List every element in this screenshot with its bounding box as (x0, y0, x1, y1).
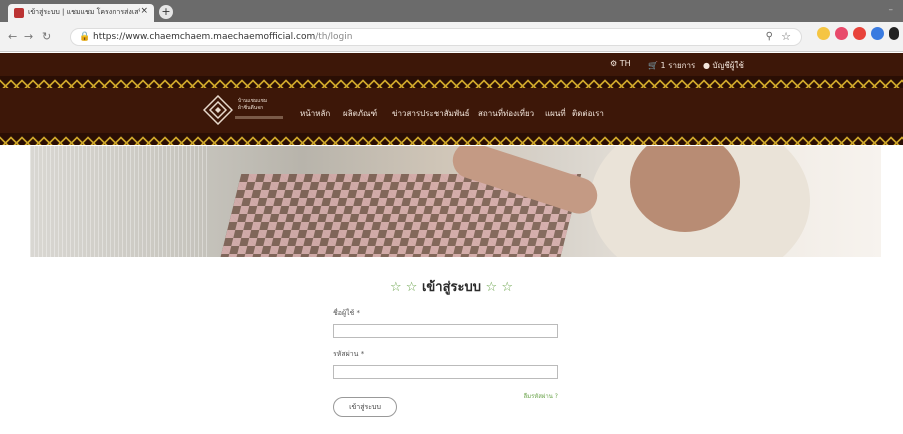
username-label: ชื่อผู้ใช้ * (333, 309, 360, 317)
forgot-password-link[interactable]: ลืมรหัสผ่าน ? (500, 391, 558, 401)
reload-icon[interactable]: ↻ (42, 30, 51, 43)
cart-link[interactable]: 🛒 1 รายการ (648, 59, 695, 72)
browser-tab-bar: เข้าสู่ระบบ | แชมแชม โครงการส่งเสริม... … (0, 0, 903, 22)
minimize-icon[interactable]: – (889, 5, 894, 15)
login-title: เข้าสู่ระบบ (421, 280, 482, 295)
star-icon: ☆ ☆ (389, 280, 418, 295)
globe-icon: ⚙ (610, 59, 618, 68)
tribal-pattern-border (0, 133, 903, 145)
address-bar: ← → ↻ 🔒 https://www.chaemchaem.maechaemo… (0, 22, 903, 52)
extension-icon[interactable] (835, 27, 848, 40)
back-arrow-icon[interactable]: ← (8, 30, 17, 43)
nav-home[interactable]: หน้าหลัก (300, 107, 330, 120)
logo-title: บ้านแชมแชม (238, 98, 268, 104)
username-field[interactable] (333, 324, 558, 338)
tab-title: เข้าสู่ระบบ | แชมแชม โครงการส่งเสริม... (28, 8, 140, 16)
zoom-icon[interactable]: ⚲ (766, 31, 773, 42)
account-link[interactable]: ● บัญชีผู้ใช้ (703, 59, 744, 72)
nav-attractions[interactable]: สถานที่ท่องเที่ยว (478, 107, 534, 120)
password-label: รหัสผ่าน * (333, 350, 365, 358)
login-heading: ☆ ☆ เข้าสู่ระบบ ☆ ☆ (300, 276, 603, 297)
language-label: TH (619, 59, 631, 68)
url-text: https://www.chaemchaem.maechaemofficial.… (93, 32, 352, 42)
main-nav: บ้านแชมแชม ผ้าซิ่นตีนจก หน้าหลัก ผลิตภัณ… (0, 88, 903, 133)
cart-icon: 🛒 (648, 61, 658, 70)
logo-subtitle: ผ้าซิ่นตีนจก (238, 105, 264, 111)
site-favicon-icon (14, 8, 24, 18)
profile-avatar[interactable] (889, 27, 899, 40)
account-label: บัญชีผู้ใช้ (712, 61, 744, 70)
forward-arrow-icon[interactable]: → (24, 30, 33, 43)
url-host: https://www.chaemchaem.maechaemofficial.… (93, 32, 316, 42)
nav-contact[interactable]: ติดต่อเรา (572, 107, 604, 120)
nav-news[interactable]: ข่าวสารประชาสัมพันธ์ (392, 107, 470, 120)
site-logo[interactable] (203, 95, 233, 125)
star-icon: ☆ ☆ (485, 280, 513, 295)
loom-threads (30, 146, 210, 257)
language-switch[interactable]: ⚙ TH (610, 59, 631, 68)
login-button[interactable]: เข้าสู่ระบบ (333, 397, 397, 417)
nav-map[interactable]: แผนที่ (545, 107, 566, 120)
password-field[interactable] (333, 365, 558, 379)
url-field[interactable]: 🔒 https://www.chaemchaem.maechaemofficia… (70, 28, 802, 46)
pinterest-icon[interactable] (853, 27, 866, 40)
url-path: /th/login (315, 32, 353, 42)
lock-icon: 🔒 (79, 32, 91, 42)
logo-tagline-bar (235, 116, 283, 119)
site-utility-bar: ⚙ TH 🛒 1 รายการ ● บัญชีผู้ใช้ (0, 53, 903, 76)
extension-icon[interactable] (817, 27, 830, 40)
browser-tab[interactable]: เข้าสู่ระบบ | แชมแชม โครงการส่งเสริม... … (8, 4, 154, 22)
nav-products[interactable]: ผลิตภัณฑ์ (343, 107, 377, 120)
hero-banner-image (30, 146, 881, 257)
cart-label: 1 รายการ (660, 61, 696, 70)
new-tab-button[interactable]: + (159, 5, 173, 19)
user-icon: ● (703, 61, 710, 70)
extension-icon[interactable] (871, 27, 884, 40)
tribal-pattern-border (0, 76, 903, 88)
tab-close-button[interactable]: × (140, 6, 148, 16)
bookmark-star-icon[interactable]: ☆ (781, 30, 791, 43)
